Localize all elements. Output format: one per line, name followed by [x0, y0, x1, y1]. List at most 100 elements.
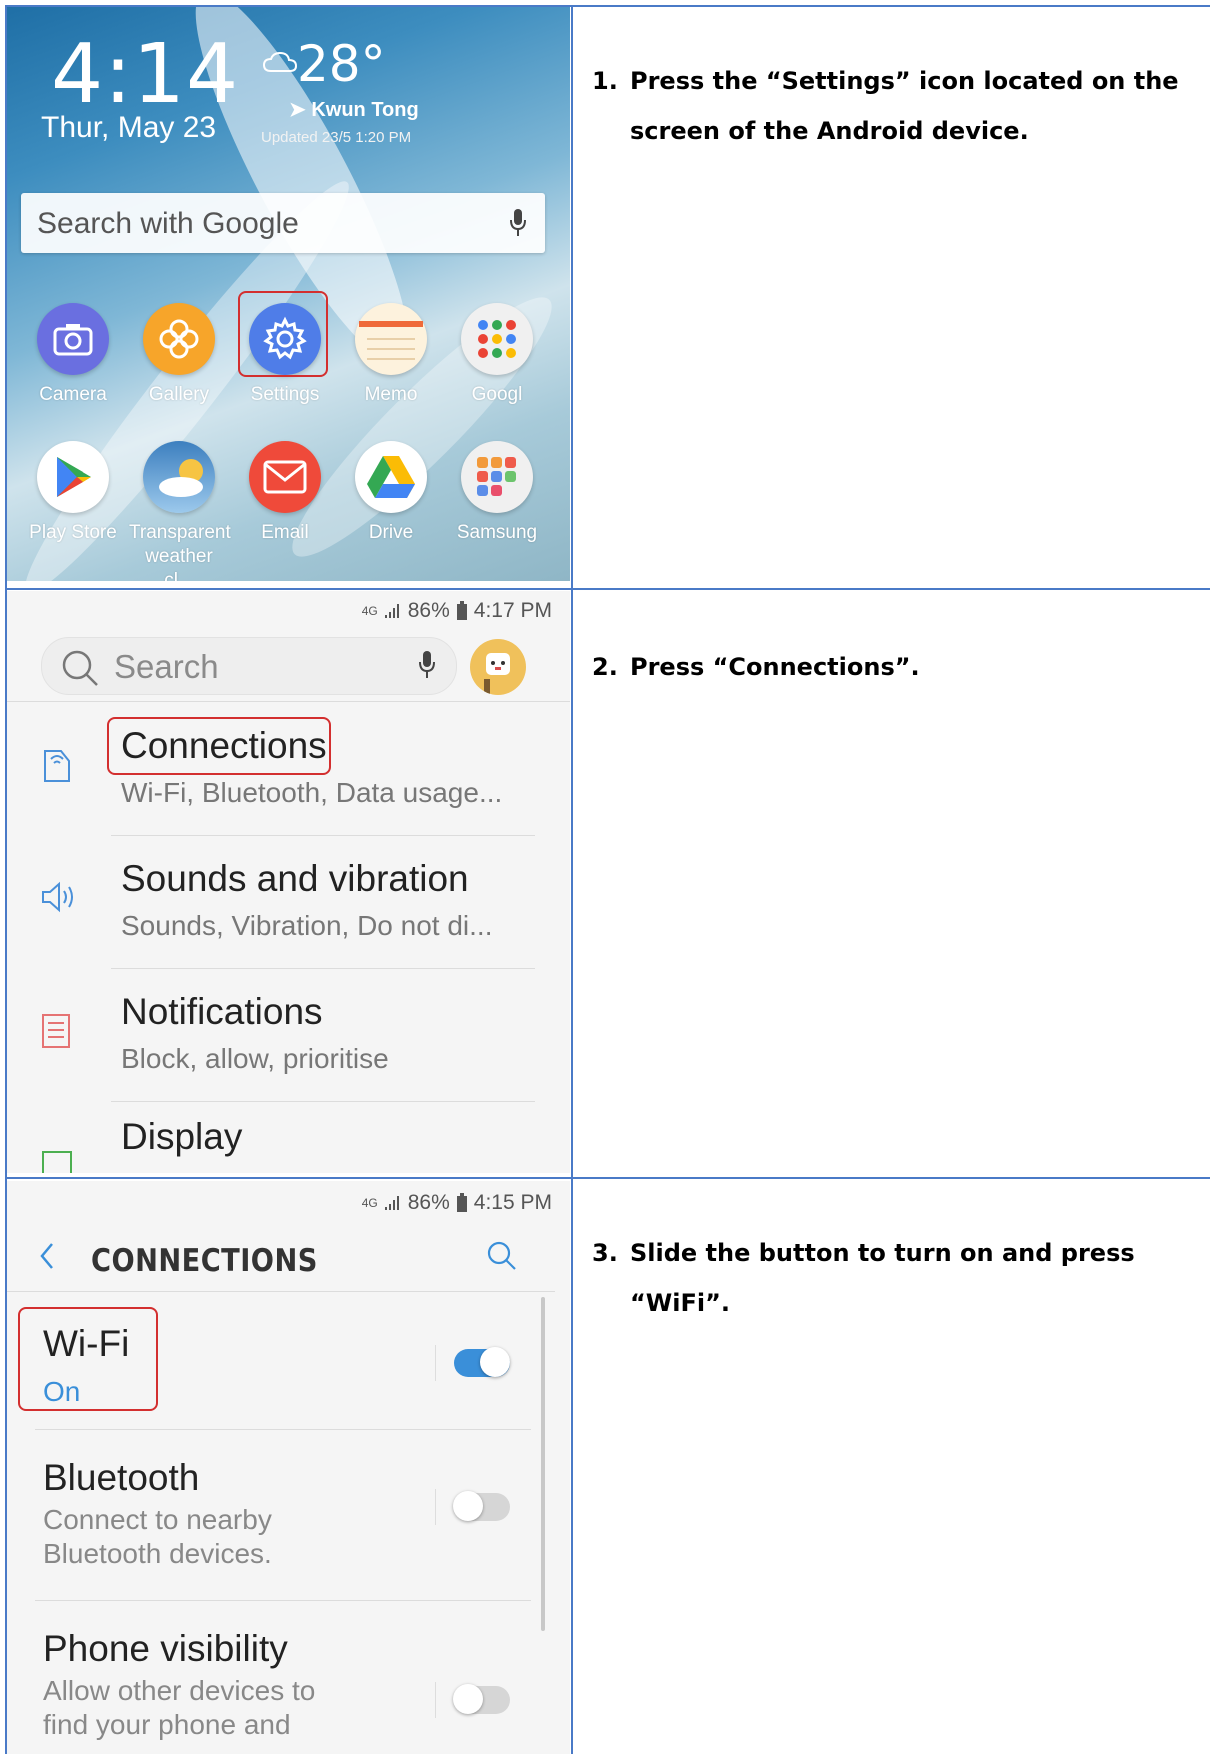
- step-3: 3. Slide the button to turn on and press…: [592, 1228, 1204, 1328]
- app-memo[interactable]: Memo: [341, 303, 441, 407]
- app-camera[interactable]: Camera: [23, 303, 123, 407]
- app-gallery[interactable]: Gallery: [129, 303, 229, 407]
- app-label: Drive: [368, 522, 414, 543]
- weather-clock-icon: [143, 441, 215, 513]
- weather-location: ➤ Kwun Tong: [289, 97, 419, 122]
- wifi-highlight-box: [18, 1307, 158, 1411]
- step-number: 1.: [592, 67, 618, 95]
- weather-location-label: Kwun Tong: [311, 99, 419, 121]
- avatar[interactable]: [470, 639, 526, 695]
- table-border: [571, 5, 573, 1754]
- settings-item-subtitle: Sounds, Vibration, Do not di...: [121, 910, 493, 941]
- connections-item-bluetooth[interactable]: Bluetooth Connect to nearby Bluetooth de…: [7, 1431, 547, 1601]
- display-icon: [42, 1151, 72, 1173]
- network-type: 4G: [361, 603, 378, 618]
- settings-item-sounds[interactable]: Sounds and vibration Sounds, Vibration, …: [7, 836, 570, 968]
- app-label: Samsung: [456, 522, 538, 543]
- samsung-folder-icon: [461, 441, 533, 513]
- clock-time: 4:14: [51, 27, 240, 122]
- google-search-bar[interactable]: Search with Google: [21, 193, 545, 253]
- app-transparent-weather[interactable]: Transparent weather cl...: [129, 441, 231, 581]
- wifi-toggle[interactable]: [454, 1347, 510, 1377]
- settings-highlight-box: [238, 291, 328, 377]
- connections-item-title: Bluetooth: [43, 1457, 200, 1498]
- app-label: Transparent weather cl...: [129, 522, 231, 581]
- settings-item-notifications[interactable]: Notifications Block, allow, prioritise: [7, 969, 570, 1101]
- weather-updated: Updated 23/5 1:20 PM: [261, 129, 412, 146]
- clock-date: Thur, May 23: [41, 111, 217, 144]
- settings-search-bar[interactable]: Search: [41, 637, 457, 695]
- divider: [435, 1682, 436, 1718]
- notifications-icon: [42, 1014, 70, 1048]
- divider: [435, 1489, 436, 1525]
- connections-item-phone-visibility[interactable]: Phone visibility Allow other devices to …: [7, 1602, 547, 1754]
- divider: [35, 1600, 531, 1601]
- step-text: Slide the button to turn on and press “W…: [630, 1239, 1135, 1317]
- divider: [7, 1291, 555, 1292]
- search-icon[interactable]: [487, 1241, 517, 1271]
- app-play-store[interactable]: Play Store: [23, 441, 123, 545]
- bluetooth-toggle[interactable]: [453, 1491, 510, 1521]
- divider: [435, 1345, 436, 1381]
- connections-item-wifi[interactable]: Wi-Fi On: [7, 1293, 547, 1433]
- back-arrow-icon[interactable]: [39, 1241, 55, 1271]
- signal-icon: [384, 1196, 399, 1210]
- settings-item-subtitle: Wi-Fi, Bluetooth, Data usage...: [121, 777, 503, 808]
- app-label: Email: [261, 522, 309, 543]
- memo-notepad-icon: [355, 303, 427, 375]
- app-label: Googl: [471, 384, 523, 405]
- status-bar: 4G 86% 4:15 PM: [362, 1191, 552, 1215]
- settings-item-title: Sounds and vibration: [121, 858, 469, 899]
- camera-icon: [37, 303, 109, 375]
- battery-percent: 86%: [407, 1191, 450, 1214]
- app-label: Memo: [364, 384, 418, 405]
- table-border: [5, 588, 1210, 590]
- app-samsung-folder[interactable]: Samsung: [447, 441, 547, 545]
- divider: [35, 1429, 531, 1430]
- toggle-knob: [453, 1491, 483, 1521]
- status-time: 4:17 PM: [473, 599, 552, 622]
- status-bar: 4G 86% 4:17 PM: [362, 599, 552, 623]
- battery-icon: [456, 601, 467, 620]
- email-envelope-icon: [249, 441, 321, 513]
- app-label: Settings: [250, 384, 320, 405]
- battery-percent: 86%: [407, 599, 450, 622]
- google-search-placeholder: Search with Google: [37, 207, 299, 240]
- settings-screenshot: 4G 86% 4:17 PM Search Connections Wi-Fi,…: [7, 591, 570, 1173]
- connections-item-title: Phone visibility: [43, 1628, 288, 1669]
- page-title: CONNECTIONS: [91, 1243, 318, 1279]
- connections-icon: [44, 750, 70, 782]
- gallery-flower-icon: [143, 303, 215, 375]
- weather-temperature: 28°: [297, 35, 386, 93]
- status-time: 4:15 PM: [473, 1191, 552, 1214]
- search-icon: [62, 650, 98, 686]
- google-drive-icon: [355, 441, 427, 513]
- app-label: Play Store: [29, 522, 117, 543]
- app-drive[interactable]: Drive: [341, 441, 441, 545]
- settings-item-title: Notifications: [121, 991, 323, 1032]
- network-type: 4G: [361, 1195, 378, 1210]
- step-1: 1. Press the “Settings” icon located on …: [592, 56, 1204, 156]
- settings-item-display[interactable]: Display: [7, 1102, 570, 1173]
- connections-highlight-box: [107, 717, 331, 775]
- app-email[interactable]: Email: [235, 441, 335, 545]
- step-text: Press the “Settings” icon located on the…: [630, 67, 1179, 145]
- app-label: Camera: [39, 384, 107, 405]
- divider: [7, 701, 570, 702]
- step-number: 3.: [592, 1239, 618, 1267]
- settings-item-connections[interactable]: Connections Wi-Fi, Bluetooth, Data usage…: [7, 703, 570, 835]
- toggle-knob: [480, 1347, 510, 1377]
- battery-icon: [456, 1193, 467, 1212]
- microphone-icon[interactable]: [509, 208, 527, 238]
- settings-item-subtitle: Block, allow, prioritise: [121, 1043, 389, 1074]
- signal-icon: [384, 604, 399, 618]
- phone-visibility-toggle[interactable]: [453, 1684, 510, 1714]
- table-border: [5, 5, 7, 1754]
- microphone-icon[interactable]: [418, 650, 436, 680]
- app-google-folder[interactable]: Googl: [447, 303, 547, 407]
- table-border: [5, 5, 1210, 7]
- settings-search-placeholder: Search: [114, 648, 219, 685]
- table-border: [5, 1177, 1210, 1179]
- connections-screenshot: 4G 86% 4:15 PM CONNECTIONS Wi-Fi On Blue…: [7, 1181, 570, 1754]
- home-screen-screenshot: 4:14 Thur, May 23 28° ➤ Kwun Tong Update…: [7, 7, 570, 581]
